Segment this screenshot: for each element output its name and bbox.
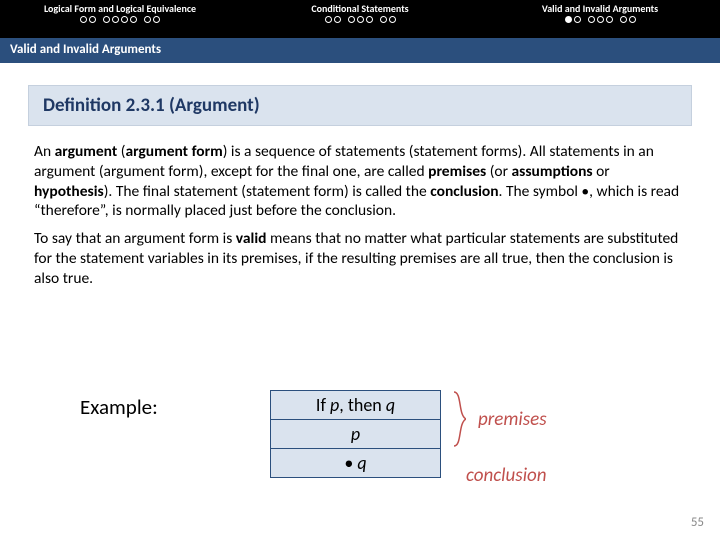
argument-table: If p, then q p • q <box>270 390 441 478</box>
nav-section-valid-invalid[interactable]: Valid and Invalid Arguments <box>480 0 720 38</box>
premise-cell-1: If p, then q <box>271 391 441 420</box>
section-subheader: Valid and Invalid Arguments <box>0 38 720 63</box>
nav-label: Valid and Invalid Arguments <box>490 2 710 15</box>
paragraph-2: To say that an argument form is valid me… <box>34 229 686 288</box>
body-text: An argument (argument form) is a sequenc… <box>28 134 692 301</box>
conclusion-cell: • q <box>271 449 441 478</box>
nav-section-conditional[interactable]: Conditional Statements <box>240 0 480 38</box>
nav-dots <box>250 16 470 23</box>
table-row: If p, then q <box>271 391 441 420</box>
definition-box: Definition 2.3.1 (Argument) <box>28 85 692 126</box>
table-row: • q <box>271 449 441 478</box>
nav-section-logical-form[interactable]: Logical Form and Logical Equivalence <box>0 0 240 38</box>
annotation-conclusion: conclusion <box>466 464 547 487</box>
nav-dots <box>10 16 230 23</box>
annotation-premises: premises <box>478 408 547 431</box>
nav-label: Logical Form and Logical Equivalence <box>10 2 230 15</box>
brace-icon <box>452 390 466 448</box>
premise-cell-2: p <box>271 420 441 449</box>
paragraph-1: An argument (argument form) is a sequenc… <box>34 142 686 221</box>
table-row: p <box>271 420 441 449</box>
nav-label: Conditional Statements <box>250 2 470 15</box>
nav-dots <box>490 16 710 23</box>
slide: Logical Form and Logical Equivalence Con… <box>0 0 720 540</box>
definition-title: Definition 2.3.1 (Argument) <box>43 94 260 117</box>
top-nav: Logical Form and Logical Equivalence Con… <box>0 0 720 38</box>
page-number: 55 <box>691 515 704 530</box>
example-label: Example: <box>80 394 158 420</box>
